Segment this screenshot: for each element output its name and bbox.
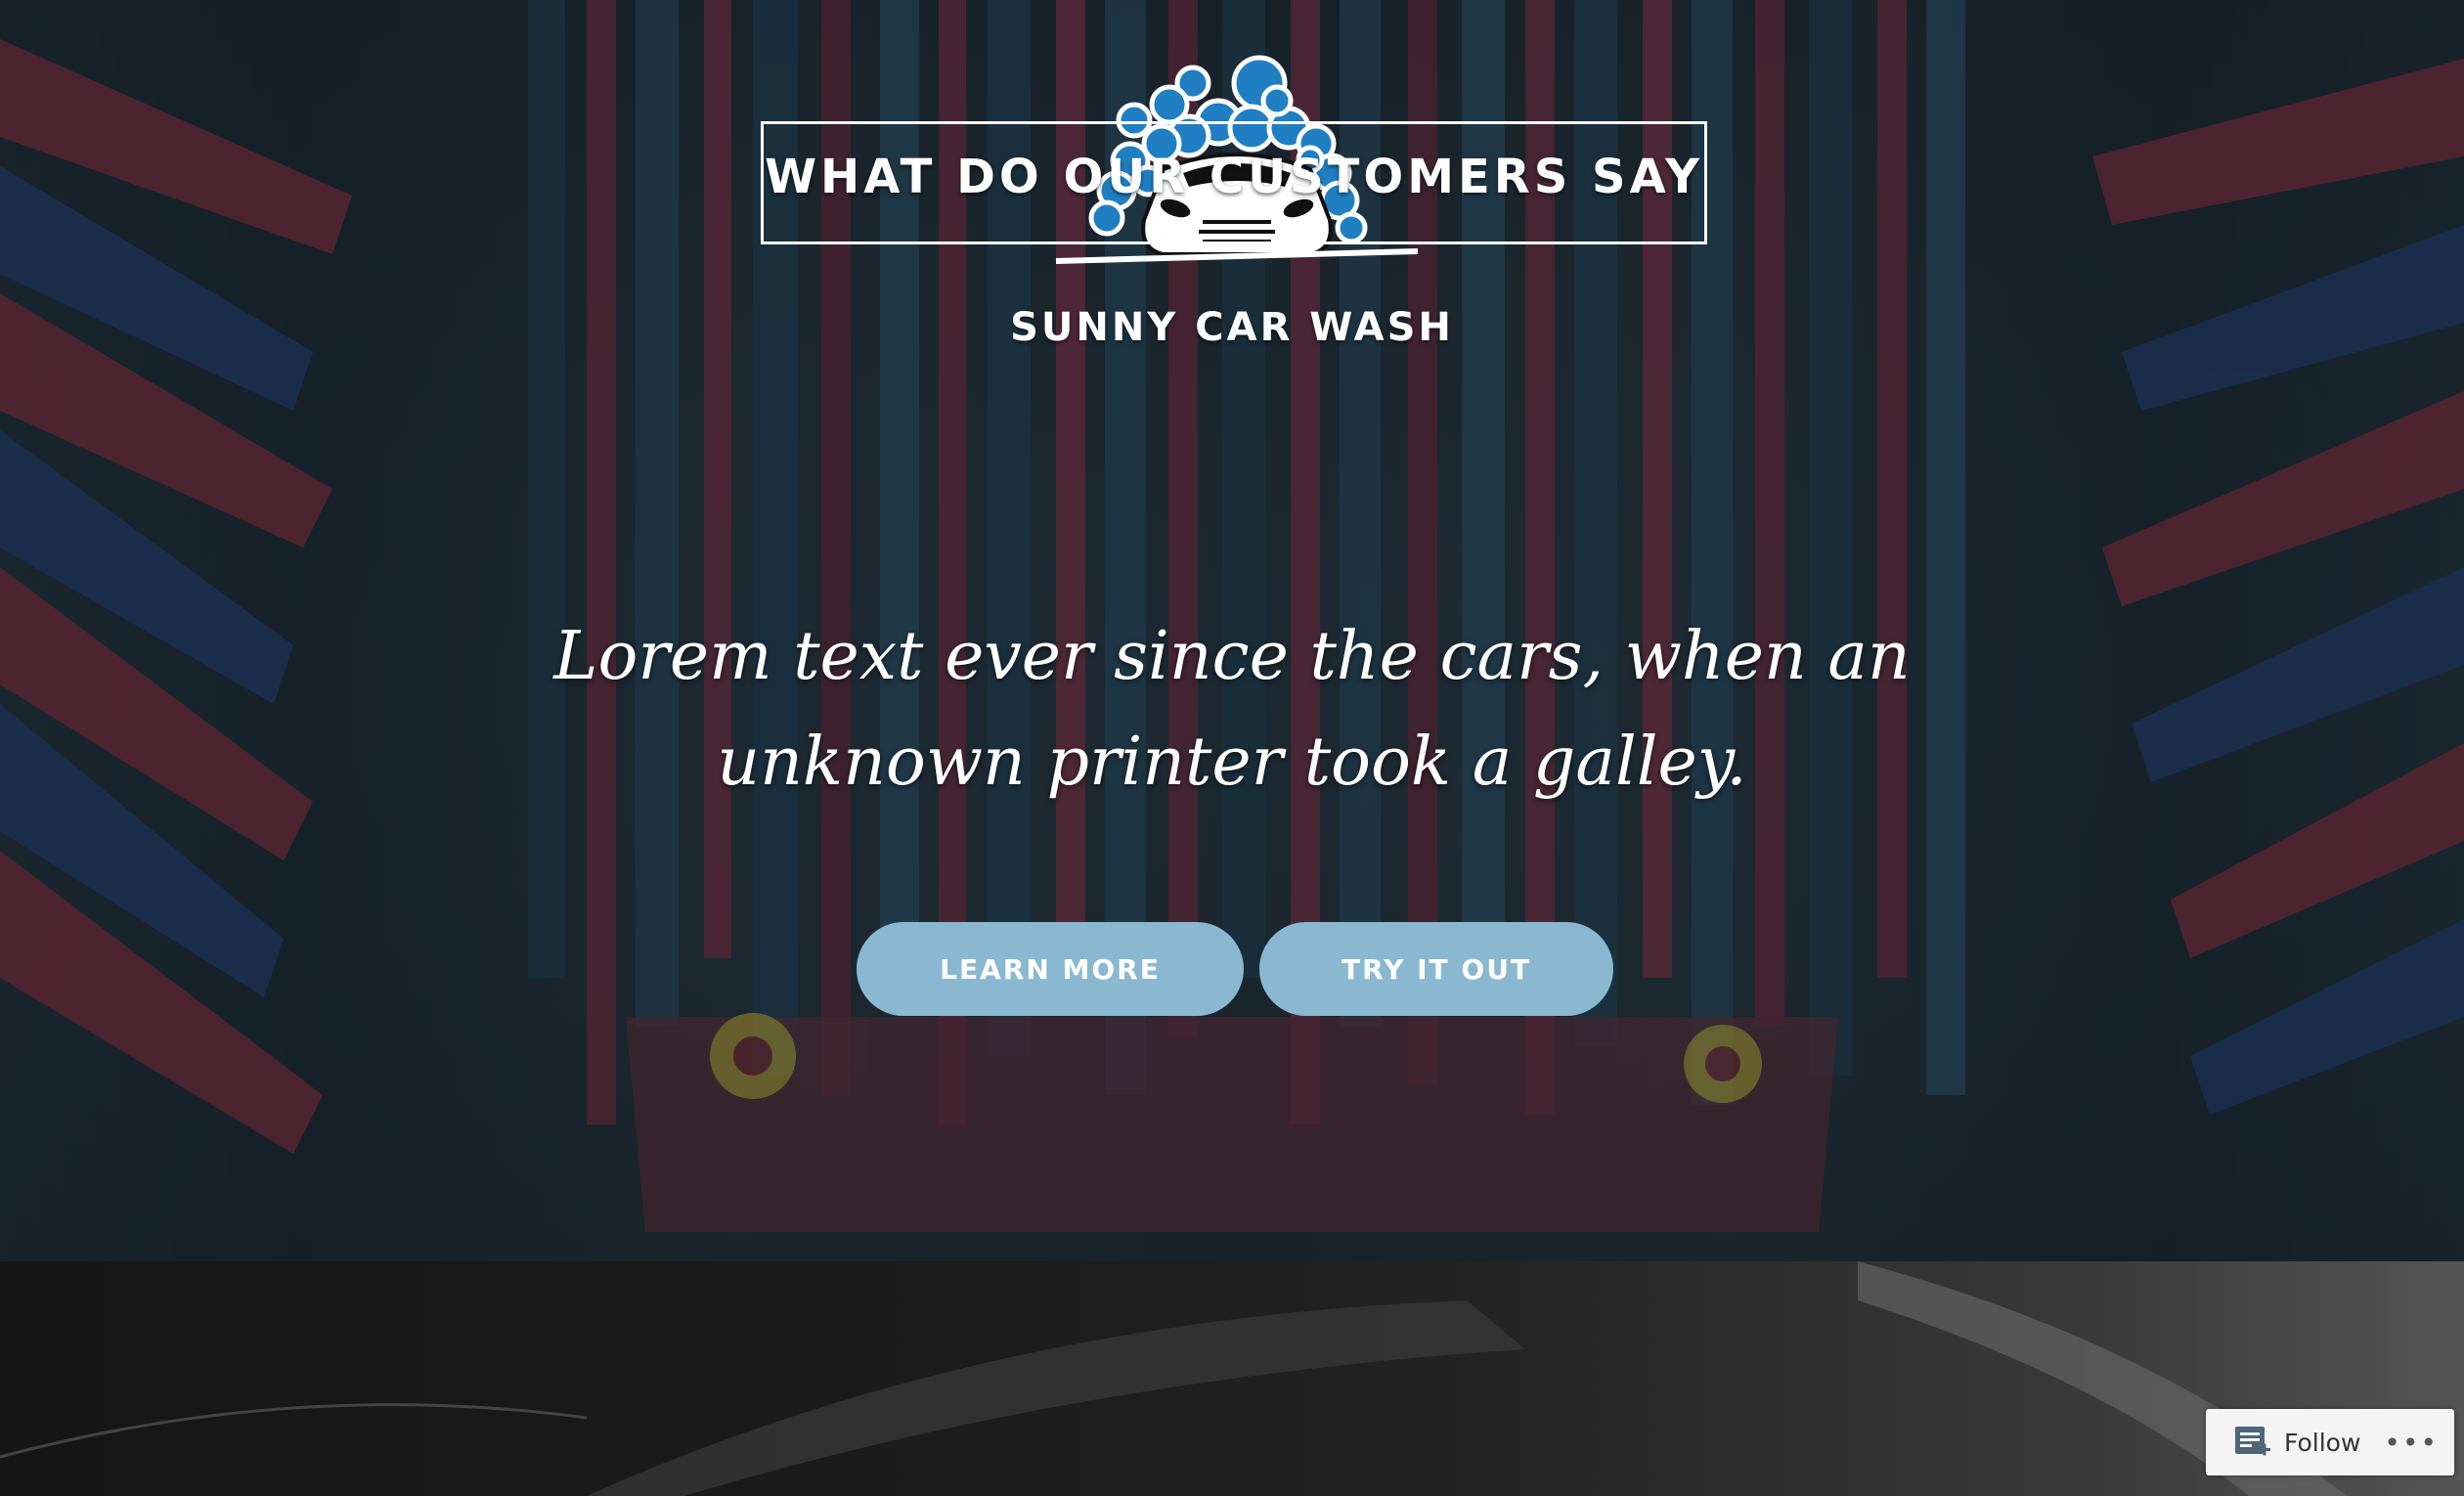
site-title[interactable]: SUNNY CAR WASH xyxy=(0,305,2464,350)
follow-label: Follow xyxy=(2284,1428,2361,1457)
hero-tagline-line1: Lorem text ever since the cars, when an xyxy=(553,618,1911,695)
testimonials-heading: WHAT DO OUR CUSTOMERS SAY xyxy=(765,150,1703,204)
try-it-out-button[interactable]: TRY IT OUT xyxy=(1259,922,1613,1016)
hero-tagline: Lorem text ever since the cars, when an … xyxy=(548,604,1916,815)
learn-more-button[interactable]: LEARN MORE xyxy=(857,922,1244,1016)
hero-tagline-line2: unknown printer took a galley. xyxy=(717,724,1747,801)
testimonials-background-image xyxy=(0,1261,2347,1496)
follow-button[interactable]: Follow ••• xyxy=(2206,1409,2454,1475)
testimonials-section xyxy=(0,1261,2464,1496)
reader-follow-icon xyxy=(2235,1427,2270,1456)
more-options-icon[interactable]: ••• xyxy=(2384,1427,2439,1459)
page: SUNNY CAR WASH Lorem text ever since the… xyxy=(0,0,2464,1496)
